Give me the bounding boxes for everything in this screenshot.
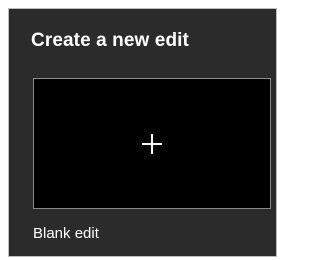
panel-title: Create a new edit (31, 30, 189, 51)
plus-icon (142, 133, 162, 154)
blank-edit-label: Blank edit (33, 225, 99, 242)
blank-edit-tile[interactable] (33, 78, 271, 209)
create-edit-panel: Create a new edit Blank edit (8, 8, 277, 257)
